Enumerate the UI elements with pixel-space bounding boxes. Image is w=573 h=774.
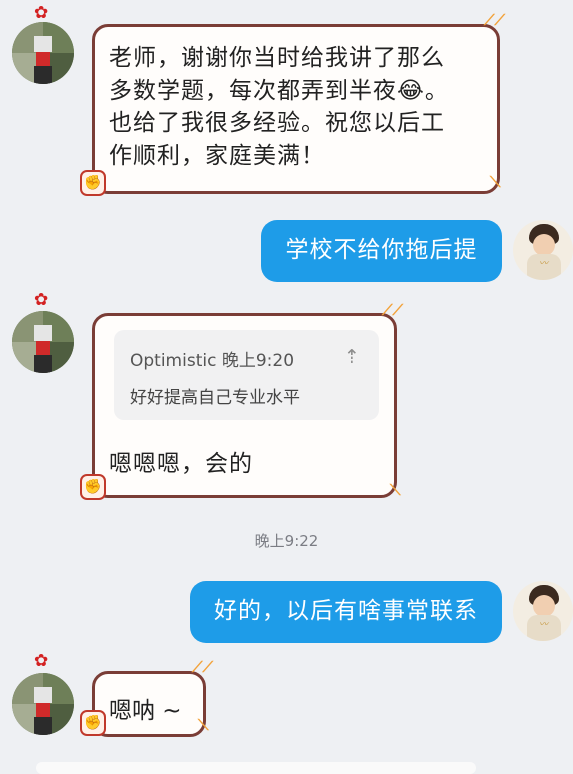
avatar-face [533, 234, 555, 256]
flower-icon: ✿ [34, 651, 49, 671]
contact-avatar[interactable] [12, 311, 74, 373]
message-text: 老师，谢谢你当时给我讲了那么 多数学题，每次都弄到半夜😂。 也给了我很多经验。祝… [109, 42, 449, 172]
message-line: 也给了我很多经验。祝您以后工 [109, 110, 445, 136]
contact-avatar[interactable] [12, 673, 74, 735]
sparkle-icon: ⟍ [390, 481, 401, 499]
message-text: 嗯呐 ~ [109, 698, 182, 724]
sparkle-icon: ⟍ [490, 173, 501, 191]
message-text: 学校不给你拖后提 [285, 237, 478, 263]
message-line: 作顺利，家庭美满！ [109, 142, 325, 169]
message-line: 多数学题，每次都弄到半夜😂。 [109, 77, 449, 104]
message-text: 好的，以后有啥事常联系 [214, 598, 478, 624]
jump-to-message-icon[interactable]: ⇡ [341, 346, 363, 368]
sparkle-icon: ⟋⟋ [382, 301, 404, 319]
quoted-message[interactable]: Optimistic 晚上9:20 好好提高自己专业水平 ⇡ [114, 330, 379, 420]
avatar-face [533, 595, 555, 617]
avatar-signature: 〰 [539, 259, 549, 269]
fist-icon: ✊ [80, 170, 106, 196]
message-bubble[interactable]: 好的，以后有啥事常联系 [190, 581, 502, 643]
message-bubble[interactable]: 嗯呐 ~ [92, 671, 206, 737]
sparkle-icon: ⟋⟋ [192, 658, 214, 676]
sparkle-icon: ⟋⟋ [484, 11, 506, 29]
fist-icon: ✊ [80, 474, 106, 500]
flower-icon: ✿ [34, 290, 49, 310]
quote-time: 晚上9:20 [221, 351, 295, 371]
sparkle-icon: ⟍ [198, 716, 209, 734]
my-avatar[interactable]: 〰 [513, 581, 573, 641]
quote-sender-name: Optimistic [130, 351, 217, 371]
quote-sender: Optimistic 晚上9:20 [130, 346, 294, 371]
next-message-edge [36, 762, 476, 774]
message-bubble[interactable]: Optimistic 晚上9:20 好好提高自己专业水平 ⇡ 嗯嗯嗯，会的 [92, 313, 397, 498]
message-bubble[interactable]: 老师，谢谢你当时给我讲了那么 多数学题，每次都弄到半夜😂。 也给了我很多经验。祝… [92, 24, 500, 194]
message-line: 老师，谢谢你当时给我讲了那么 [109, 45, 445, 71]
contact-avatar[interactable] [12, 22, 74, 84]
time-divider: 晚上9:22 [254, 532, 319, 550]
message-text: 嗯嗯嗯，会的 [109, 451, 253, 477]
flower-icon: ✿ [34, 3, 49, 23]
avatar-signature: 〰 [539, 620, 549, 630]
message-bubble[interactable]: 学校不给你拖后提 [261, 220, 502, 282]
my-avatar[interactable]: 〰 [513, 220, 573, 280]
quote-text: 好好提高自己专业水平 [130, 388, 300, 408]
fist-icon: ✊ [80, 710, 106, 736]
